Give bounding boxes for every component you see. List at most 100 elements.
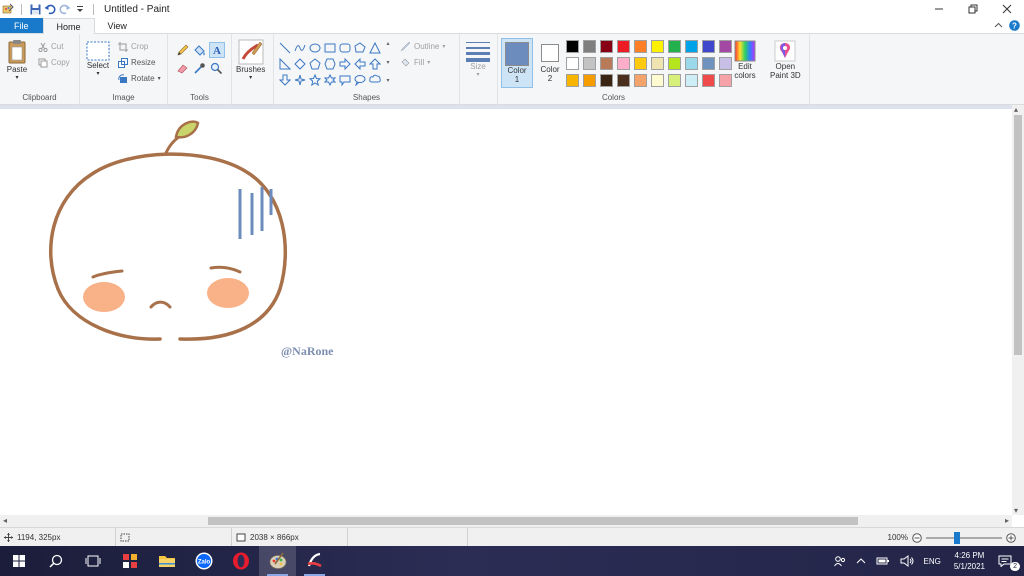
copy-button[interactable]: Copy (38, 56, 70, 69)
restore-button[interactable] (956, 0, 990, 18)
palette-swatch[interactable] (700, 72, 717, 89)
palette-swatch[interactable] (632, 38, 649, 55)
left-arrow-shape-icon[interactable] (353, 56, 367, 71)
scroll-right-arrow-icon[interactable]: ▸ (1005, 516, 1009, 525)
rounded-rectangle-shape-icon[interactable] (338, 40, 352, 55)
palette-swatch[interactable] (666, 72, 683, 89)
palette-swatch[interactable] (717, 38, 734, 55)
gallery-up-chevron-icon[interactable]: ▴ (386, 40, 389, 47)
zoom-in-icon[interactable] (1006, 532, 1016, 543)
color1-button[interactable]: Color 1 (501, 38, 533, 88)
customize-toolbar-chevron-icon[interactable] (74, 3, 86, 15)
palette-swatch[interactable] (683, 38, 700, 55)
brushes-dropdown-chevron-icon[interactable]: ▾ (249, 74, 252, 81)
pentagon-shape-icon[interactable] (308, 56, 322, 71)
palette-swatch[interactable] (717, 55, 734, 72)
palette-swatch[interactable] (649, 72, 666, 89)
brushes-button[interactable]: Brushes ▾ (236, 39, 265, 81)
redo-icon[interactable] (59, 3, 71, 15)
palette-swatch[interactable] (649, 55, 666, 72)
start-button[interactable] (0, 546, 37, 576)
paste-button[interactable]: Paste ▾ (6, 39, 28, 81)
palette-swatch[interactable] (598, 55, 615, 72)
triangle-shape-icon[interactable] (368, 40, 382, 55)
zoom-out-icon[interactable] (912, 532, 922, 543)
paste-dropdown-chevron-icon[interactable]: ▾ (15, 74, 18, 81)
rectangle-shape-icon[interactable] (323, 40, 337, 55)
horizontal-scrollbar[interactable]: ◂ ▸ (0, 515, 1012, 527)
taskbar-snipping-tool[interactable] (296, 546, 333, 576)
scroll-up-arrow-icon[interactable]: ▴ (1014, 105, 1018, 114)
palette-swatch[interactable] (666, 55, 683, 72)
tab-view[interactable]: View (95, 18, 140, 33)
taskbar-paint[interactable] (259, 546, 296, 576)
rotate-dropdown-chevron-icon[interactable]: ▾ (158, 75, 161, 82)
collapse-ribbon-chevron-icon[interactable] (994, 21, 1003, 32)
zoom-slider-thumb[interactable] (954, 531, 960, 544)
palette-swatch[interactable] (581, 72, 598, 89)
palette-swatch[interactable] (683, 55, 700, 72)
fill-button[interactable]: Fill ▾ (400, 56, 430, 69)
palette-swatch[interactable] (564, 72, 581, 89)
zoom-slider[interactable] (926, 531, 1002, 544)
diamond-shape-icon[interactable] (293, 56, 307, 71)
horizontal-scroll-thumb[interactable] (208, 517, 858, 525)
eraser-icon[interactable] (176, 62, 189, 77)
six-point-star-shape-icon[interactable] (323, 72, 337, 87)
gallery-expand-chevron-icon[interactable]: ▾ (386, 77, 389, 84)
taskbar-app-tiles[interactable] (111, 546, 148, 576)
palette-swatch[interactable] (700, 38, 717, 55)
people-icon[interactable] (829, 546, 851, 576)
palette-swatch[interactable] (615, 55, 632, 72)
size-button[interactable]: Size ▾ (465, 40, 491, 78)
rotate-button[interactable]: Rotate ▾ (118, 72, 161, 85)
five-point-star-shape-icon[interactable] (308, 72, 322, 87)
gallery-down-chevron-icon[interactable]: ▾ (386, 59, 389, 66)
palette-swatch[interactable] (564, 55, 581, 72)
polygon-shape-icon[interactable] (353, 40, 367, 55)
select-button[interactable]: Select ▾ (86, 41, 110, 77)
magnifier-icon[interactable] (210, 62, 223, 77)
input-language[interactable]: ENG (919, 546, 946, 576)
taskbar-file-explorer[interactable] (148, 546, 185, 576)
palette-swatch[interactable] (615, 38, 632, 55)
close-button[interactable] (990, 0, 1024, 18)
palette-swatch[interactable] (581, 55, 598, 72)
outline-button[interactable]: Outline ▾ (400, 40, 445, 53)
color2-button[interactable]: Color 2 (534, 38, 566, 88)
vertical-scroll-thumb[interactable] (1014, 115, 1022, 355)
vertical-scrollbar[interactable]: ▴ ▾ (1012, 105, 1024, 515)
task-view-button[interactable] (74, 546, 111, 576)
palette-swatch[interactable] (649, 38, 666, 55)
volume-icon[interactable] (895, 546, 919, 576)
action-center-button[interactable]: 2 (993, 546, 1024, 576)
pencil-icon[interactable] (176, 44, 189, 59)
minimize-button[interactable] (922, 0, 956, 18)
line-shape-icon[interactable] (278, 40, 292, 55)
palette-swatch[interactable] (700, 55, 717, 72)
palette-swatch[interactable] (666, 38, 683, 55)
clock[interactable]: 4:26 PM 5/1/2021 (946, 546, 993, 576)
palette-swatch[interactable] (632, 72, 649, 89)
scroll-down-arrow-icon[interactable]: ▾ (1014, 506, 1018, 515)
cloud-callout-shape-icon[interactable] (368, 72, 382, 87)
fill-bucket-icon[interactable] (193, 44, 206, 59)
scroll-left-arrow-icon[interactable]: ◂ (3, 516, 7, 525)
taskbar-zalo[interactable]: Zalo (185, 546, 222, 576)
hexagon-shape-icon[interactable] (323, 56, 337, 71)
palette-swatch[interactable] (615, 72, 632, 89)
four-point-star-shape-icon[interactable] (293, 72, 307, 87)
cut-button[interactable]: Cut (38, 40, 63, 53)
shape-gallery-scroll[interactable]: ▴ ▾ ▾ (384, 40, 392, 84)
tab-home[interactable]: Home (42, 18, 95, 34)
drawing-canvas[interactable]: @NaRone (0, 109, 1012, 515)
select-dropdown-chevron-icon[interactable]: ▾ (96, 70, 99, 77)
open-paint3d-button[interactable]: Open Paint 3D (770, 40, 801, 80)
curve-shape-icon[interactable] (293, 40, 307, 55)
battery-icon[interactable] (871, 546, 895, 576)
palette-swatch[interactable] (564, 38, 581, 55)
palette-swatch[interactable] (598, 72, 615, 89)
undo-icon[interactable] (44, 3, 56, 15)
save-icon[interactable] (29, 3, 41, 15)
oval-shape-icon[interactable] (308, 40, 322, 55)
